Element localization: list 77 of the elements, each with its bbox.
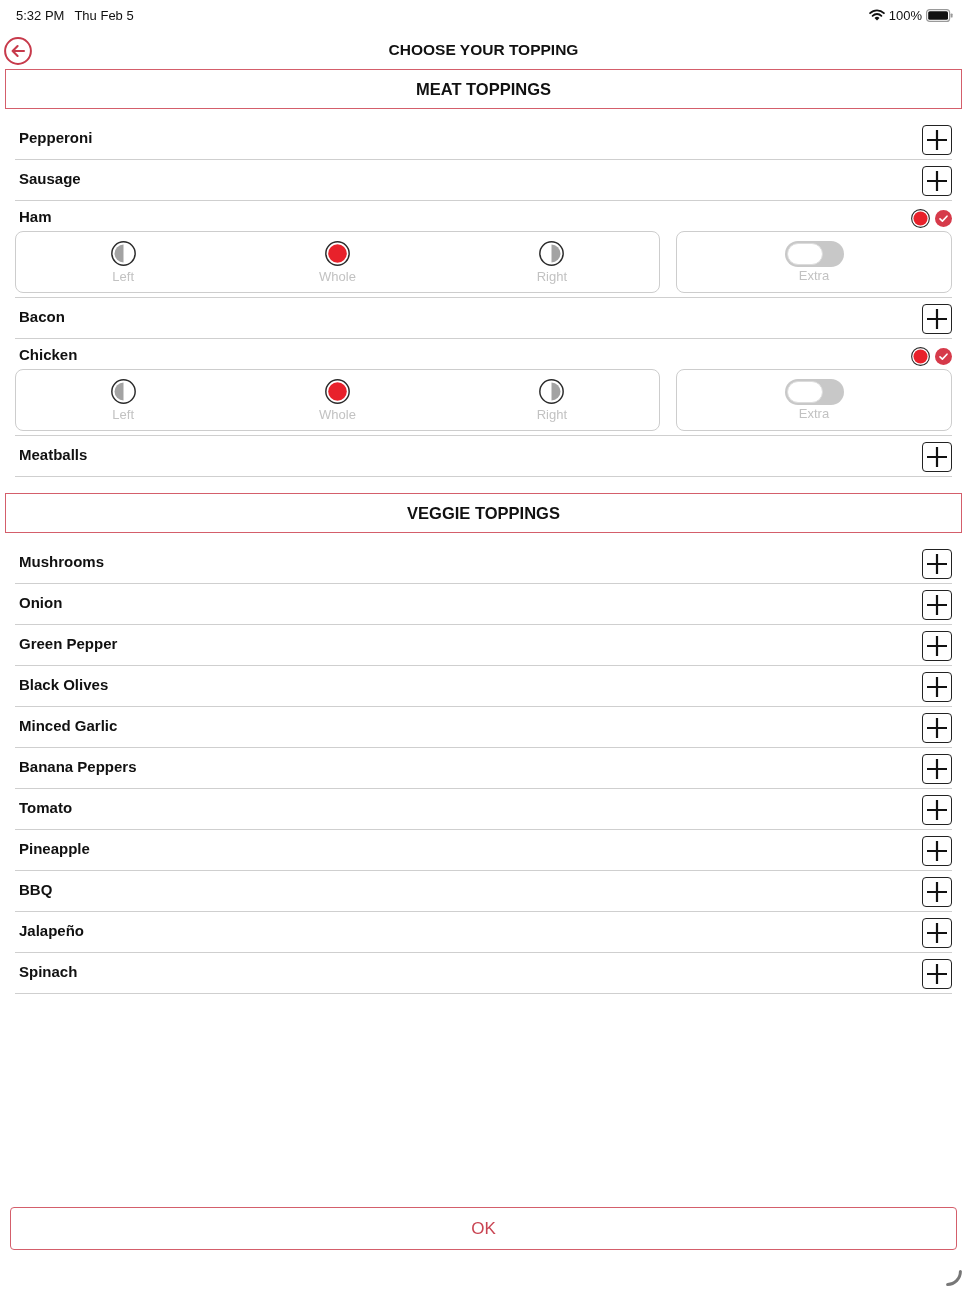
topping-name: Banana Peppers [19, 757, 137, 775]
plus-icon [927, 171, 947, 191]
status-time: 5:32 PM [16, 7, 65, 23]
full-circle-icon [911, 346, 930, 366]
plus-icon [927, 718, 947, 738]
topping-name: Green Pepper [19, 634, 118, 652]
extra-toggle[interactable] [784, 241, 844, 267]
add-button[interactable] [922, 795, 952, 825]
add-button[interactable] [922, 672, 952, 702]
topping-name: Black Olives [19, 675, 109, 693]
plus-icon [927, 882, 947, 902]
topping-name: Onion [19, 593, 63, 611]
add-button[interactable] [922, 166, 952, 196]
right-half-circle-icon [539, 241, 565, 266]
plus-icon [927, 130, 947, 150]
battery-icon [926, 8, 953, 22]
plus-icon [927, 759, 947, 779]
topping-name: Pepperoni [19, 128, 93, 146]
add-button[interactable] [922, 754, 952, 784]
plus-icon [927, 964, 947, 984]
wifi-icon [868, 9, 885, 21]
plus-icon [927, 841, 947, 861]
topping-name: Ham [19, 207, 52, 225]
portion-option[interactable]: Whole [230, 232, 445, 292]
topping-name: Jalapeño [19, 921, 85, 939]
plus-icon [927, 636, 947, 656]
topping-name: Tomato [19, 798, 73, 816]
add-button[interactable] [922, 590, 952, 620]
left-half-circle-icon [110, 379, 136, 404]
status-date: Thu Feb 5 [74, 7, 134, 23]
extra-label: Extra [798, 406, 830, 421]
add-button[interactable] [922, 959, 952, 989]
portion-option[interactable]: Right [444, 370, 659, 430]
portion-option[interactable]: Left [16, 232, 231, 292]
plus-icon [927, 595, 947, 615]
topping-name: Chicken [19, 345, 78, 363]
topping-name: BBQ [19, 880, 53, 898]
plus-icon [927, 800, 947, 820]
full-circle-icon [325, 241, 350, 266]
add-button[interactable] [922, 713, 952, 743]
topping-name: Pineapple [19, 839, 90, 857]
section-header: MEAT TOPPINGS [5, 69, 962, 109]
add-button[interactable] [922, 125, 952, 155]
topping-name: Sausage [19, 169, 81, 187]
full-circle-icon [325, 379, 350, 404]
topping-name: Meatballs [19, 445, 88, 463]
left-half-circle-icon [110, 241, 136, 266]
extra-toggle[interactable] [784, 379, 844, 405]
add-button[interactable] [922, 836, 952, 866]
portion-option[interactable]: Left [16, 370, 231, 430]
portion-option[interactable]: Whole [230, 370, 445, 430]
spinner-icon [946, 1270, 962, 1286]
extra-label: Extra [798, 268, 830, 283]
topping-name: Bacon [19, 307, 65, 325]
section-header: VEGGIE TOPPINGS [5, 493, 962, 533]
plus-icon [927, 309, 947, 329]
add-button[interactable] [922, 918, 952, 948]
add-button[interactable] [922, 549, 952, 579]
screen-title: CHOOSE YOUR TOPPING [387, 40, 580, 59]
battery-percent: 100% [888, 7, 922, 23]
add-button[interactable] [922, 442, 952, 472]
plus-icon [927, 447, 947, 467]
topping-name: Minced Garlic [19, 716, 118, 734]
add-button[interactable] [922, 631, 952, 661]
topping-name: Mushrooms [19, 552, 104, 570]
full-circle-icon [911, 208, 930, 228]
add-button[interactable] [922, 877, 952, 907]
plus-icon [927, 923, 947, 943]
right-half-circle-icon [539, 379, 565, 404]
topping-name: Spinach [19, 962, 78, 980]
check-circle-icon[interactable] [935, 347, 952, 365]
portion-option[interactable]: Right [444, 232, 659, 292]
ok-button[interactable]: OK [10, 1207, 957, 1250]
add-button[interactable] [922, 304, 952, 334]
plus-icon [927, 677, 947, 697]
plus-icon [927, 554, 947, 574]
check-circle-icon[interactable] [935, 209, 952, 227]
